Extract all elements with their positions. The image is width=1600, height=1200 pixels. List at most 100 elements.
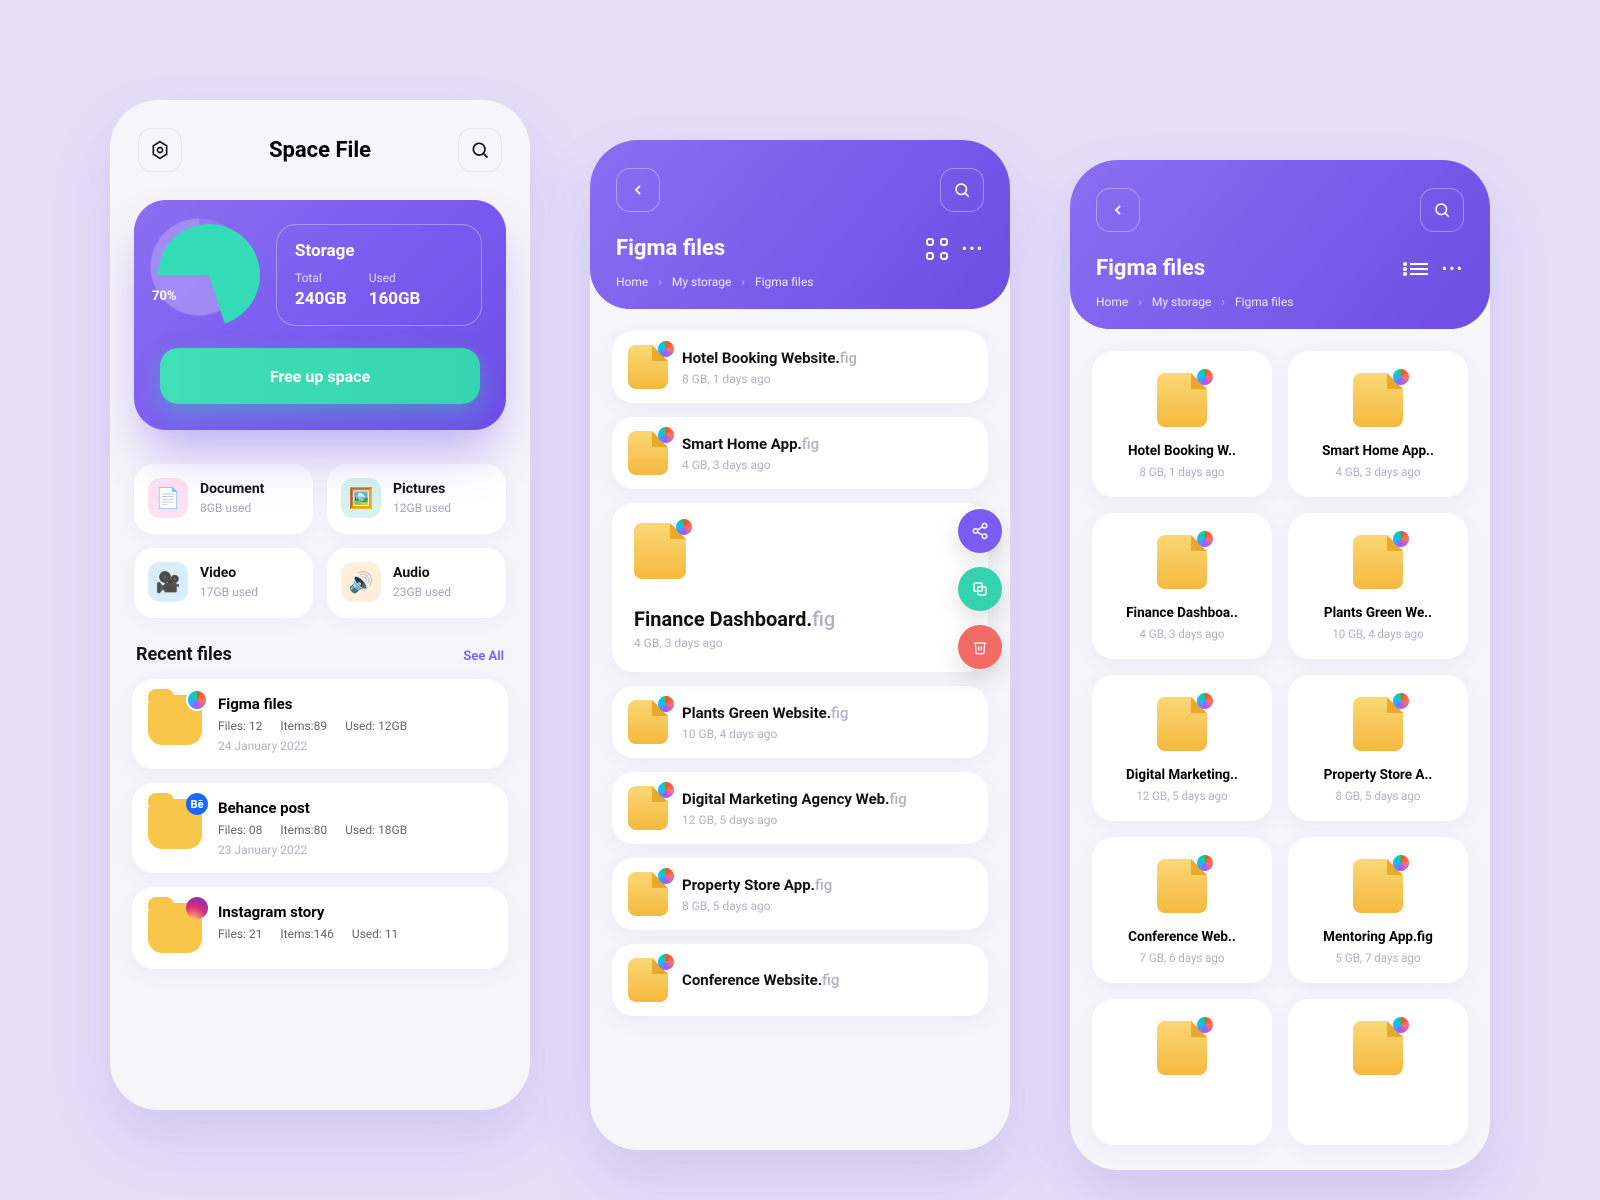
file-item[interactable]: Property Store App.fig8 GB, 5 days ago	[612, 858, 988, 930]
file-card[interactable]: Conference Web..7 GB, 6 days ago	[1092, 837, 1272, 983]
file-meta: 4 GB, 3 days ago	[1140, 627, 1225, 641]
behance-badge-icon: Bē	[186, 793, 208, 815]
video-icon: 🎥	[148, 562, 188, 602]
file-item[interactable]: Conference Website.fig	[612, 944, 988, 1016]
recent-date: 23 January 2022	[218, 843, 492, 857]
back-button[interactable]	[616, 168, 660, 212]
file-name: Finance Dashboard.	[634, 607, 812, 631]
recent-files-count: Files: 21	[218, 927, 262, 941]
file-name: Smart Home App..	[1322, 443, 1434, 459]
figma-file-icon	[628, 700, 668, 744]
crumb-current: Figma files	[1235, 295, 1293, 309]
file-item-expanded[interactable]: Finance Dashboard.fig4 GB, 3 days ago	[612, 503, 988, 672]
figma-file-icon	[1157, 535, 1207, 589]
category-grid: 📄 Document8GB used 🖼️ Pictures12GB used …	[110, 430, 530, 618]
category-used: 8GB used	[200, 501, 264, 515]
list-view-button[interactable]	[1410, 260, 1428, 278]
share-button[interactable]	[958, 509, 1002, 553]
figma-file-icon	[628, 958, 668, 1002]
figma-badge-icon	[186, 689, 208, 711]
crumb-home[interactable]: Home	[616, 275, 648, 289]
search-button[interactable]	[940, 168, 984, 212]
recent-item[interactable]: Bē Behance post Files: 08Items:80Used: 1…	[132, 783, 508, 873]
more-button[interactable]: •••	[1442, 259, 1464, 278]
category-pictures[interactable]: 🖼️ Pictures12GB used	[327, 464, 506, 534]
file-meta: 7 GB, 6 days ago	[1140, 951, 1225, 965]
instagram-badge-icon	[186, 897, 208, 919]
see-all-link[interactable]: See All	[463, 649, 504, 664]
file-meta: 8 GB, 1 days ago	[682, 372, 972, 386]
more-button[interactable]: •••	[962, 239, 984, 258]
recent-files-count: Files: 12	[218, 719, 262, 733]
figma-file-icon	[628, 345, 668, 389]
figma-file-icon	[1353, 1021, 1403, 1075]
search-button[interactable]	[458, 128, 502, 172]
file-meta: 12 GB, 5 days ago	[1136, 789, 1227, 803]
file-card[interactable]: Plants Green We..10 GB, 4 days ago	[1288, 513, 1468, 659]
folder-header: Figma files ••• Home› My storage› Figma …	[1070, 160, 1490, 329]
file-meta: 8 GB, 1 days ago	[1140, 465, 1225, 479]
file-card[interactable]: Finance Dashboa.. 4 GB, 3 days ago	[1092, 513, 1272, 659]
crumb-home[interactable]: Home	[1096, 295, 1128, 309]
file-meta: 4 GB, 3 days ago	[1336, 465, 1421, 479]
category-name: Pictures	[393, 481, 451, 497]
recent-items-count: Items:80	[280, 823, 327, 837]
file-item[interactable]: Plants Green Website.fig10 GB, 4 days ag…	[612, 686, 988, 758]
file-card[interactable]	[1092, 999, 1272, 1145]
recent-item[interactable]: Figma files Files: 12Items:89Used: 12GB …	[132, 679, 508, 769]
top-bar: Space File	[110, 100, 530, 192]
file-item[interactable]: Hotel Booking Website.fig8 GB, 1 days ag…	[612, 331, 988, 403]
category-video[interactable]: 🎥 Video17GB used	[134, 548, 313, 618]
file-name: Plants Green Website.	[682, 704, 831, 722]
file-meta: 8 GB, 5 days ago	[1336, 789, 1421, 803]
file-item[interactable]: Digital Marketing Agency Web.fig12 GB, 5…	[612, 772, 988, 844]
category-document[interactable]: 📄 Document8GB used	[134, 464, 313, 534]
figma-file-icon	[634, 523, 686, 579]
figma-file-icon	[1157, 1021, 1207, 1075]
file-card[interactable]: Property Store A..8 GB, 5 days ago	[1288, 675, 1468, 821]
grid-view-button[interactable]	[926, 238, 948, 260]
search-icon	[1433, 201, 1451, 219]
chevron-left-icon	[1110, 202, 1126, 218]
used-label: Used	[369, 271, 421, 285]
recent-list: Figma files Files: 12Items:89Used: 12GB …	[110, 679, 530, 969]
file-card[interactable]: Hotel Booking W.. 8 GB, 1 days ago	[1092, 351, 1272, 497]
file-name: Conference Website.	[682, 971, 822, 989]
file-name: Property Store App.	[682, 876, 815, 894]
file-ext: fig	[815, 876, 832, 894]
settings-button[interactable]	[138, 128, 182, 172]
storage-percent: 70%	[152, 289, 177, 304]
file-item[interactable]: Smart Home App.fig4 GB, 3 days ago	[612, 417, 988, 489]
file-name: Mentoring App.fig	[1323, 929, 1433, 945]
category-audio[interactable]: 🔊 Audio23GB used	[327, 548, 506, 618]
crumb-current: Figma files	[755, 275, 813, 289]
category-used: 23GB used	[393, 585, 451, 599]
file-card[interactable]: Smart Home App.. 4 GB, 3 days ago	[1288, 351, 1468, 497]
crumb-storage[interactable]: My storage	[672, 275, 731, 289]
storage-title: Storage	[295, 241, 463, 261]
copy-button[interactable]	[958, 567, 1002, 611]
file-name: Finance Dashboa..	[1126, 605, 1238, 621]
search-icon	[470, 140, 490, 160]
file-meta: 4 GB, 3 days ago	[682, 458, 972, 472]
screen-folder-grid: Figma files ••• Home› My storage› Figma …	[1070, 160, 1490, 1170]
file-card[interactable]	[1288, 999, 1468, 1145]
storage-card: 70% Storage Total 240GB Used 160GB Free …	[134, 200, 506, 430]
search-button[interactable]	[1420, 188, 1464, 232]
crumb-storage[interactable]: My storage	[1152, 295, 1211, 309]
search-icon	[953, 181, 971, 199]
back-button[interactable]	[1096, 188, 1140, 232]
recent-items-count: Items:146	[280, 927, 333, 941]
file-name: Hotel Booking W..	[1128, 443, 1236, 459]
folder-icon	[148, 903, 202, 953]
file-card[interactable]: Mentoring App.fig5 GB, 7 days ago	[1288, 837, 1468, 983]
total-label: Total	[295, 271, 347, 285]
file-card[interactable]: Digital Marketing..12 GB, 5 days ago	[1092, 675, 1272, 821]
file-name: Plants Green We..	[1324, 605, 1432, 621]
delete-button[interactable]	[958, 625, 1002, 669]
folder-title: Figma files	[616, 236, 725, 261]
recent-item[interactable]: Instagram story Files: 21Items:146Used: …	[132, 887, 508, 969]
free-up-space-button[interactable]: Free up space	[160, 348, 480, 404]
storage-stats: Storage Total 240GB Used 160GB	[276, 224, 482, 326]
file-actions	[958, 509, 1002, 669]
